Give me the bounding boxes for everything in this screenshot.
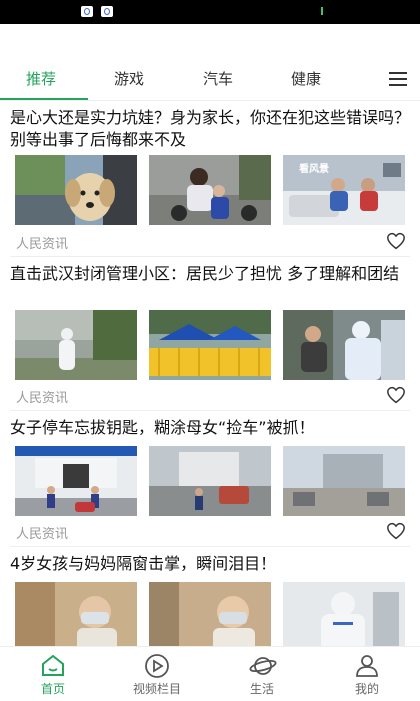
nav-profile[interactable]: 我的 xyxy=(327,647,407,701)
nav-home[interactable]: 首页 xyxy=(13,647,93,701)
tab-health[interactable]: 健康 xyxy=(291,68,321,89)
home-icon xyxy=(42,654,64,676)
news-thumbnail[interactable]: 看风景 xyxy=(283,155,405,225)
news-thumbnail[interactable] xyxy=(149,446,271,516)
news-thumbnail[interactable] xyxy=(15,582,137,652)
news-title[interactable]: 是心大还是实力坑娃？身为家长，你还在犯这些错误吗？别等出事了后悔都来不及 xyxy=(10,107,410,151)
news-source: 人民资讯 xyxy=(16,391,69,406)
news-thumbnail[interactable] xyxy=(15,155,137,225)
news-thumbnail[interactable] xyxy=(283,446,405,516)
news-thumbnail[interactable] xyxy=(149,155,271,225)
heart-icon[interactable] xyxy=(386,522,406,540)
user-icon xyxy=(356,655,378,677)
news-source: 人民资讯 xyxy=(16,527,69,542)
news-title[interactable]: 4岁女孩与妈妈隔窗击掌，瞬间泪目！ xyxy=(10,553,410,575)
divider xyxy=(0,100,420,101)
notification-icon xyxy=(81,6,93,17)
menu-icon[interactable] xyxy=(389,72,407,86)
news-thumbnail[interactable] xyxy=(149,582,271,652)
heart-icon[interactable] xyxy=(386,232,406,250)
news-thumbnail[interactable] xyxy=(15,446,137,516)
heart-icon[interactable] xyxy=(386,386,406,404)
thumbnail-caption: 看风景 xyxy=(299,164,329,175)
divider xyxy=(10,410,410,411)
news-title[interactable]: 女子停车忘拔钥匙，糊涂母女“捡车”被抓！ xyxy=(10,417,410,439)
news-thumbnail[interactable] xyxy=(149,310,271,380)
nav-label: 我的 xyxy=(354,682,379,696)
category-tabs: 推荐 游戏 汽车 健康 xyxy=(0,62,420,100)
divider xyxy=(10,546,410,547)
divider xyxy=(10,256,410,257)
nav-label: 视频栏目 xyxy=(132,682,181,696)
nav-video[interactable]: 视频栏目 xyxy=(117,647,197,701)
play-icon xyxy=(145,654,169,678)
news-thumbnail[interactable] xyxy=(283,582,405,652)
notification-icon xyxy=(101,6,113,17)
tab-recommend[interactable]: 推荐 xyxy=(26,68,56,89)
planet-icon xyxy=(249,657,277,675)
nav-label: 首页 xyxy=(40,682,65,696)
news-thumbnail[interactable] xyxy=(283,310,405,380)
news-title[interactable]: 直击武汉封闭管理小区：居民少了担忧 多了理解和团结 xyxy=(10,263,410,285)
nav-life[interactable]: 生活 xyxy=(222,647,302,701)
news-source: 人民资讯 xyxy=(16,237,69,252)
status-bar xyxy=(0,0,420,24)
tab-games[interactable]: 游戏 xyxy=(114,68,144,89)
bottom-nav: 首页 视频栏目 生活 我的 xyxy=(0,646,420,701)
tab-cars[interactable]: 汽车 xyxy=(203,68,233,89)
news-thumbnail[interactable] xyxy=(15,310,137,380)
nav-label: 生活 xyxy=(249,682,274,696)
signal-indicator xyxy=(321,7,323,15)
